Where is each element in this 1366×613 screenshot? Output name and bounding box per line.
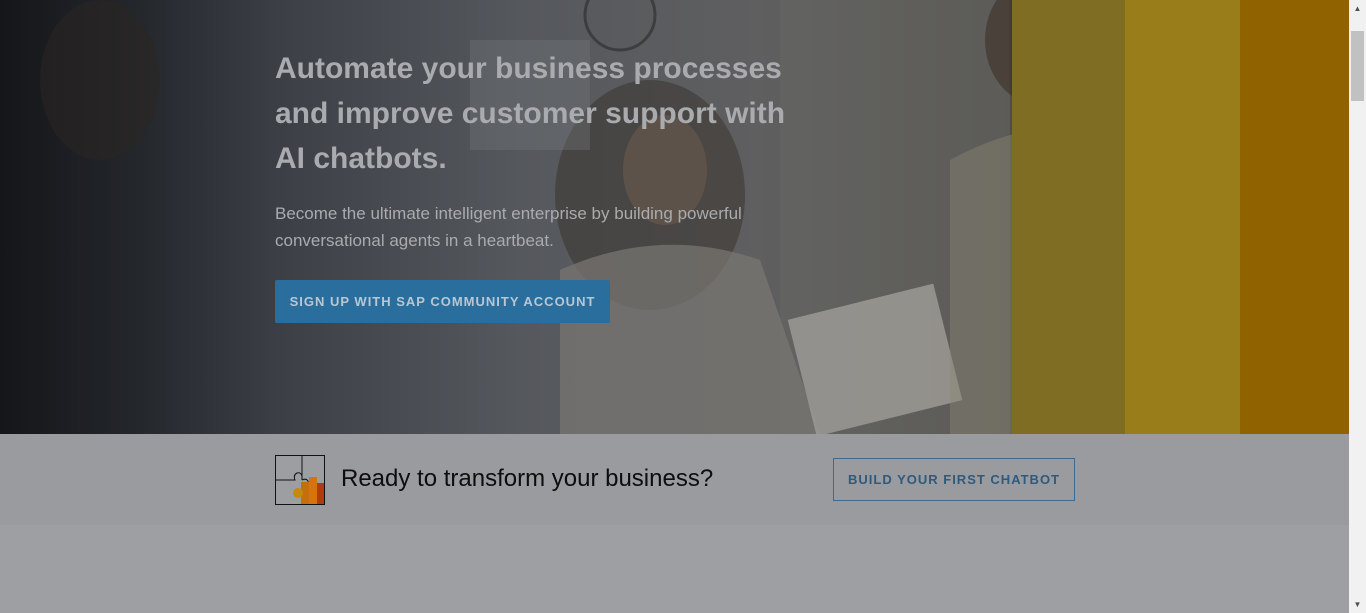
lower-content-area — [0, 525, 1349, 613]
hero-title-line-1: Automate your business processes — [275, 52, 782, 85]
yellow-band-right — [1240, 0, 1349, 434]
yellow-band-middle — [1125, 0, 1240, 434]
hero-title-line-2: and improve customer support with — [275, 97, 786, 130]
yellow-band-left — [1012, 0, 1125, 434]
hero-subtitle: Become the ultimate intelligent enterpri… — [275, 200, 795, 254]
hero-subtitle-line-2: conversational agents in a heartbeat. — [275, 231, 554, 250]
hero-subtitle-line-1: Become the ultimate intelligent enterpri… — [275, 204, 742, 223]
sign-up-sap-community-button[interactable]: SIGN UP WITH SAP COMMUNITY ACCOUNT — [275, 280, 610, 323]
hero-section: Automate your business processes and imp… — [0, 0, 1349, 434]
page-viewport: Automate your business processes and imp… — [0, 0, 1349, 613]
scroll-down-arrow-icon[interactable]: ▼ — [1349, 596, 1366, 613]
hero-content: Automate your business processes and imp… — [275, 46, 835, 254]
scroll-up-arrow-icon[interactable]: ▲ — [1349, 0, 1366, 17]
vertical-scrollbar[interactable]: ▲ ▼ — [1349, 0, 1366, 613]
build-first-chatbot-button[interactable]: BUILD YOUR FIRST CHATBOT — [833, 458, 1075, 501]
puzzle-icon — [275, 455, 325, 505]
scrollbar-thumb[interactable] — [1351, 31, 1364, 101]
hero-title-line-3: AI chatbots. — [275, 142, 447, 175]
transform-heading: Ready to transform your business? — [341, 465, 714, 492]
hero-title: Automate your business processes and imp… — [275, 46, 835, 181]
transform-banner: Ready to transform your business? BUILD … — [0, 434, 1349, 525]
